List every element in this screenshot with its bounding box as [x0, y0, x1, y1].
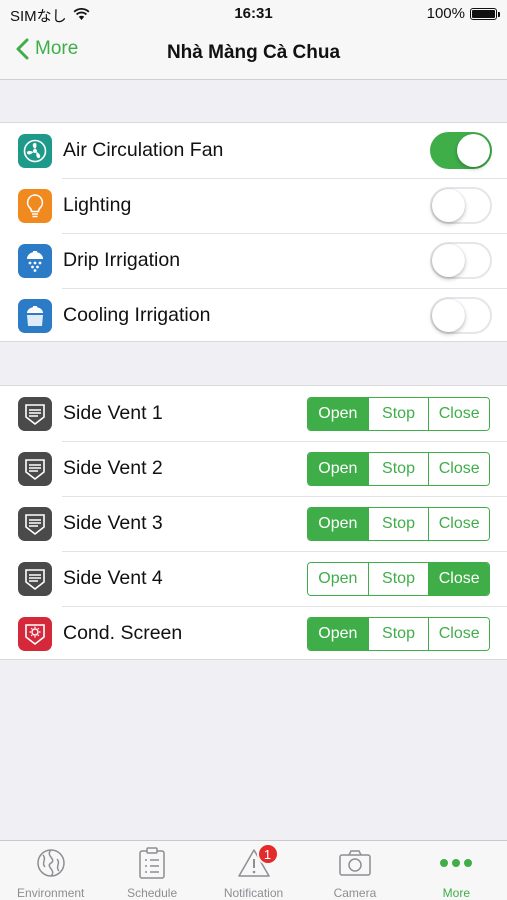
stop-button[interactable]: Stop	[367, 562, 429, 595]
tab-label: Notification	[223, 886, 284, 900]
close-button[interactable]: Close	[428, 452, 489, 485]
fan-toggle[interactable]	[430, 132, 492, 169]
battery-percent: 100%	[426, 5, 465, 22]
battery-icon	[470, 7, 500, 20]
tab-label: Camera	[333, 886, 377, 900]
vent-list: Side Vent 1 Open Stop Close Side Vent 2 …	[0, 385, 507, 660]
vent-label: Side Vent 2	[63, 457, 163, 479]
navigation-bar: More Nhà Màng Cà Chua	[0, 28, 507, 80]
vent-label: Side Vent 4	[63, 567, 163, 589]
vent-row-4: Side Vent 4 Open Stop Close	[0, 551, 507, 606]
screen-control: Open Stop Close	[307, 616, 490, 651]
toggle-knob	[432, 244, 465, 277]
close-button[interactable]: Close	[428, 562, 489, 595]
tab-environment[interactable]: Environment	[0, 841, 101, 900]
device-row-fan: Air Circulation Fan	[0, 123, 507, 178]
device-label: Drip Irrigation	[63, 249, 181, 271]
open-button[interactable]: Open	[308, 452, 368, 485]
tab-label: More	[442, 886, 470, 900]
tab-bar: Environment Schedule 1 Notification Came…	[0, 840, 507, 900]
device-list: Air Circulation Fan Lighting Drip Irriga…	[0, 122, 507, 342]
open-button[interactable]: Open	[308, 507, 368, 540]
device-row-drip-irrigation: Drip Irrigation	[0, 233, 507, 288]
notification-badge: 1	[256, 843, 279, 865]
drip-irrigation-toggle[interactable]	[430, 242, 492, 279]
screen-icon	[18, 616, 52, 651]
tab-label: Schedule	[127, 886, 178, 900]
status-bar: SIMなし 16:31 100%	[0, 0, 507, 28]
vent-label: Side Vent 1	[63, 402, 163, 424]
tab-label: Environment	[17, 886, 85, 900]
cooling-irrigation-toggle[interactable]	[430, 297, 492, 334]
device-label: Cooling Irrigation	[63, 304, 211, 326]
drip-irrigation-icon	[18, 243, 52, 278]
open-button[interactable]: Open	[308, 397, 368, 430]
close-button[interactable]: Close	[428, 397, 489, 430]
tab-notification[interactable]: 1 Notification	[203, 841, 304, 900]
stop-button[interactable]: Stop	[367, 617, 429, 650]
lighting-toggle[interactable]	[430, 187, 492, 224]
vent-icon	[18, 506, 52, 541]
stop-button[interactable]: Stop	[367, 452, 429, 485]
notification-icon: 1	[237, 843, 279, 879]
battery-area: 100%	[426, 5, 500, 22]
close-button[interactable]: Close	[428, 507, 489, 540]
tab-schedule[interactable]: Schedule	[101, 841, 202, 900]
device-label: Air Circulation Fan	[63, 139, 224, 161]
more-icon	[439, 847, 473, 879]
device-row-lighting: Lighting	[0, 178, 507, 233]
open-button[interactable]: Open	[308, 562, 368, 595]
camera-icon	[338, 847, 372, 879]
vent-row-3: Side Vent 3 Open Stop Close	[0, 496, 507, 551]
schedule-icon	[137, 847, 167, 879]
screen-label: Cond. Screen	[63, 622, 183, 644]
environment-icon	[35, 847, 67, 879]
page-title: Nhà Màng Cà Chua	[166, 42, 341, 63]
open-button[interactable]: Open	[308, 617, 368, 650]
device-label: Lighting	[63, 194, 132, 216]
vent-control: Open Stop Close	[307, 451, 490, 486]
device-row-cooling-irrigation: Cooling Irrigation	[0, 288, 507, 343]
stop-button[interactable]: Stop	[367, 507, 429, 540]
close-button[interactable]: Close	[428, 617, 489, 650]
screen-row: Cond. Screen Open Stop Close	[0, 606, 507, 661]
toggle-knob	[457, 134, 490, 167]
vent-icon	[18, 561, 52, 596]
vent-label: Side Vent 3	[63, 512, 163, 534]
cooling-irrigation-icon	[18, 298, 52, 333]
vent-icon	[18, 451, 52, 486]
lightbulb-icon	[18, 188, 52, 223]
tab-more[interactable]: More	[406, 841, 507, 900]
stop-button[interactable]: Stop	[367, 397, 429, 430]
vent-row-2: Side Vent 2 Open Stop Close	[0, 441, 507, 496]
vent-icon	[18, 396, 52, 431]
vent-row-1: Side Vent 1 Open Stop Close	[0, 386, 507, 441]
toggle-knob	[432, 189, 465, 222]
vent-control: Open Stop Close	[307, 506, 490, 541]
vent-control: Open Stop Close	[307, 396, 490, 431]
vent-control: Open Stop Close	[307, 561, 490, 596]
fan-icon	[18, 133, 52, 168]
toggle-knob	[432, 299, 465, 332]
tab-camera[interactable]: Camera	[304, 841, 405, 900]
